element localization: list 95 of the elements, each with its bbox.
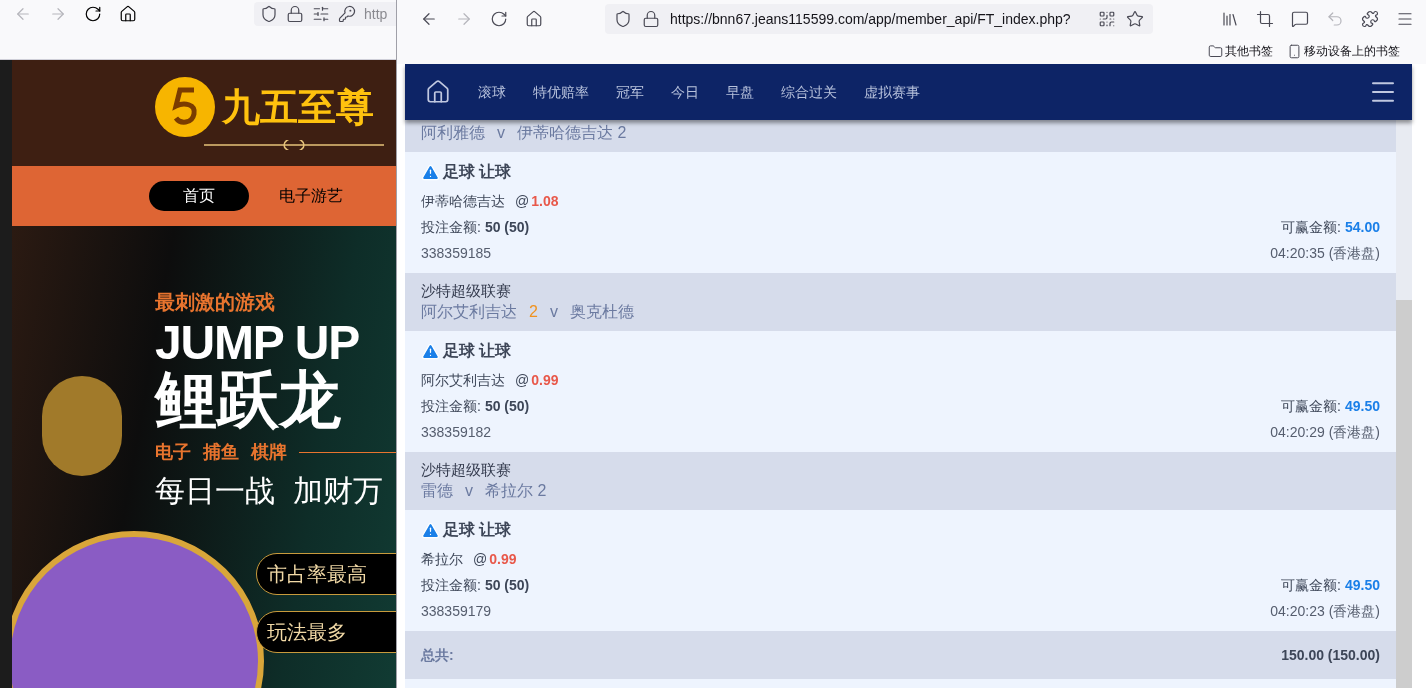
bookmark-star-icon[interactable] (1126, 10, 1144, 28)
library-icon[interactable] (1221, 10, 1239, 28)
back-icon[interactable] (420, 10, 438, 28)
win-label: 可赢金额: (1281, 218, 1341, 237)
selection-name: 希拉尔 (421, 550, 463, 569)
feature-badge: 玩法最多 (256, 611, 396, 653)
lock-icon[interactable] (642, 10, 660, 28)
home-icon[interactable] (525, 10, 543, 28)
url-text: http (364, 4, 388, 24)
away-team: 伊蒂哈德吉达 2 (517, 123, 627, 143)
nav-tab[interactable]: 早盘 (726, 81, 754, 103)
bet-time: 04:20:35 (香港盘) (1270, 244, 1380, 263)
banner-headline: JUMP UP (155, 319, 361, 367)
match-score: 2 (529, 302, 538, 322)
banner-tagline: 最刺激的游戏 (155, 290, 276, 315)
stake-value: 50 (50) (484, 218, 530, 237)
nav-tab[interactable]: 特优赔率 (533, 81, 589, 103)
win-label: 可赢金额: (1281, 576, 1341, 595)
league-name: 沙特超级联赛 (421, 460, 512, 480)
win-value: 49.50 (1344, 397, 1380, 416)
nav-tab[interactable]: 虚拟赛事 (864, 81, 920, 103)
banner-slogan: 加财万 (293, 473, 383, 509)
total-value: 150.00 (150.00) (1281, 645, 1380, 665)
home-team: 阿尔艾利吉达 (421, 302, 517, 322)
banner-category: 捕鱼 (203, 441, 239, 464)
bookmark-item[interactable]: 其他书签 (1208, 42, 1273, 60)
logo-text: 九五至尊 (222, 88, 374, 126)
at-sign: @ (473, 550, 488, 569)
stake-value: 50 (50) (484, 576, 530, 595)
stake-label: 投注金额: (421, 397, 481, 416)
banner-title: 鲤跃龙 (155, 369, 342, 431)
bet-type: 足球 让球 (443, 162, 512, 182)
stake-label: 投注金额: (421, 576, 481, 595)
versus-text: v (497, 123, 505, 143)
away-team: 奥克杜德 (569, 302, 634, 322)
nav-tab[interactable]: 滚球 (478, 81, 506, 103)
folder-icon[interactable] (1208, 43, 1223, 59)
at-sign: @ (515, 192, 530, 211)
stake-label: 投注金额: (421, 218, 481, 237)
extensions-icon[interactable] (1361, 10, 1379, 28)
ticket-number: 338359185 (421, 244, 492, 263)
shield-icon[interactable] (260, 5, 278, 23)
away-team: 希拉尔 2 (485, 481, 547, 501)
ticket-number: 338359179 (421, 602, 492, 621)
win-value: 49.50 (1344, 576, 1380, 595)
home-team: 阿利雅德 (421, 123, 485, 143)
logo-icon (154, 76, 216, 138)
key-icon[interactable] (338, 5, 356, 23)
league-name: 沙特超级联赛 (421, 281, 512, 301)
url-text: https://bnn67.jeans115599.com/app/member_api/FT_index.php? (670, 9, 1072, 29)
stake-value: 50 (50) (484, 397, 530, 416)
win-label: 可赢金额: (1281, 397, 1341, 416)
versus-text: v (549, 302, 558, 322)
total-label: 总共: (421, 645, 454, 665)
ticket-number: 338359182 (421, 423, 492, 442)
home-icon[interactable] (425, 79, 451, 105)
bet-type: 足球 让球 (443, 520, 512, 540)
lock-icon[interactable] (286, 5, 304, 23)
phone-icon[interactable] (1287, 43, 1302, 59)
nav-tab[interactable]: 首页 (149, 181, 249, 211)
selection-name: 阿尔艾利吉达 (421, 371, 505, 390)
shield-icon[interactable] (614, 10, 632, 28)
chat-icon[interactable] (1291, 10, 1309, 28)
nav-tab[interactable]: 电子游艺 (279, 181, 343, 211)
nav-tab[interactable]: 今日 (671, 81, 699, 103)
banner-category: 电子 (155, 441, 191, 464)
crop-icon[interactable] (1256, 10, 1274, 28)
banner-slogan: 每日一战 (155, 473, 275, 509)
versus-text: v (465, 481, 473, 501)
odds-value: 0.99 (489, 550, 517, 569)
home-icon[interactable] (119, 5, 137, 23)
bet-time: 04:20:29 (香港盘) (1270, 423, 1380, 442)
odds-value: 1.08 (531, 192, 559, 211)
qr-code-icon[interactable] (1098, 10, 1116, 28)
reload-icon[interactable] (490, 10, 508, 28)
selection-name: 伊蒂哈德吉达 (421, 192, 505, 211)
warning-icon (421, 162, 440, 182)
home-team: 雷德 (421, 481, 453, 501)
scrollbar[interactable] (1396, 120, 1412, 688)
odds-value: 0.99 (531, 371, 559, 390)
address-bar[interactable]: https://bnn67.jeans115599.com/app/member_api/FT_index.php? (605, 4, 1153, 34)
nav-tab[interactable]: 冠军 (616, 81, 644, 103)
win-value: 54.00 (1344, 218, 1380, 237)
bet-type: 足球 让球 (443, 341, 512, 361)
banner-category: 棋牌 (251, 441, 287, 464)
permissions-icon[interactable] (312, 5, 330, 23)
warning-icon (421, 520, 440, 540)
reload-icon[interactable] (84, 5, 102, 23)
warning-icon (421, 341, 440, 361)
menu-icon[interactable] (1396, 10, 1414, 28)
bookmark-item[interactable]: 移动设备上的书签 (1287, 42, 1400, 60)
feature-badge: 市占率最高 (256, 553, 396, 595)
bet-time: 04:20:23 (香港盘) (1270, 602, 1380, 621)
at-sign: @ (515, 371, 530, 390)
nav-tab[interactable]: 综合过关 (781, 81, 837, 103)
